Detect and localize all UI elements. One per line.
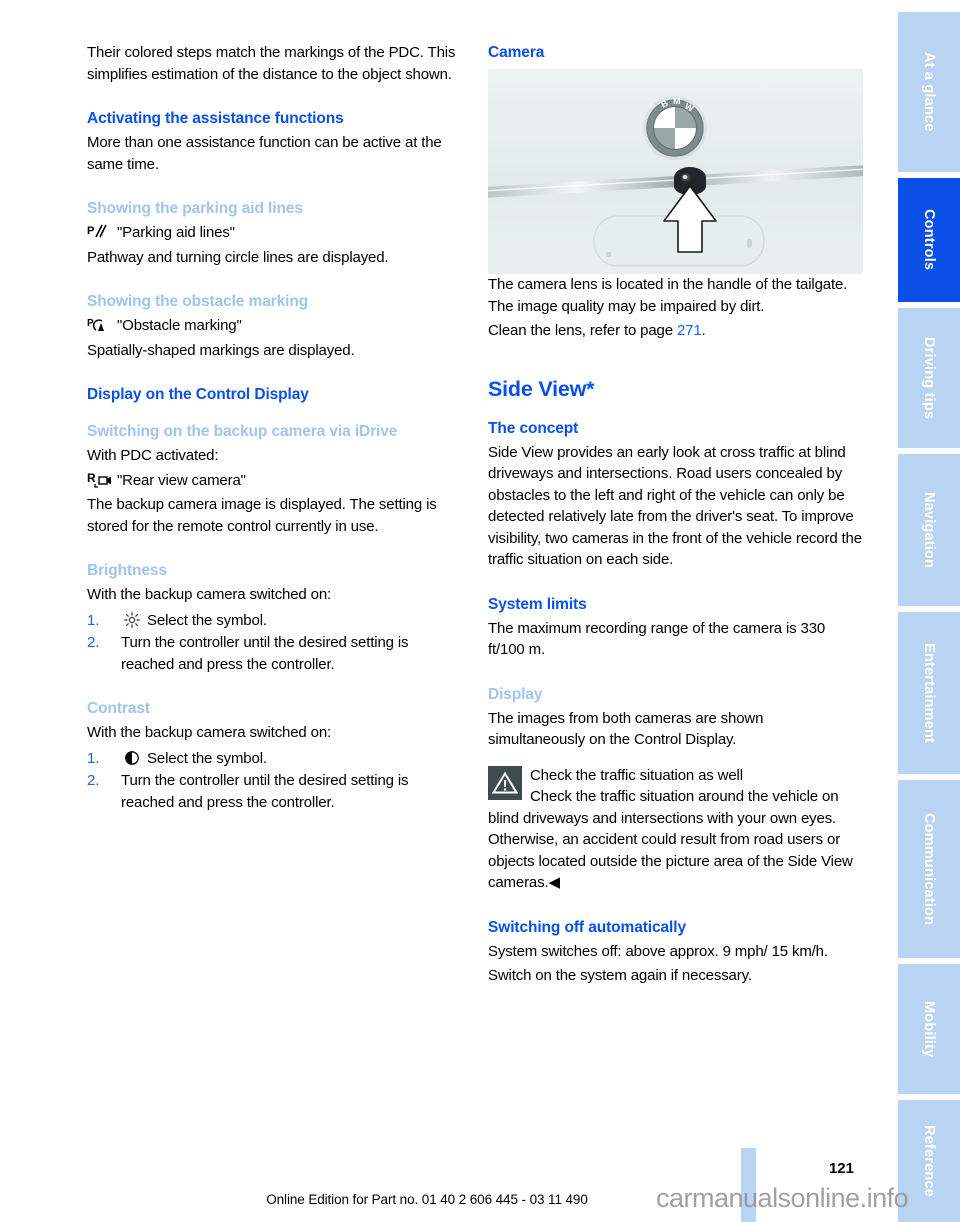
backup-camera-body: The backup camera image is displayed. Th… — [87, 496, 437, 535]
backup-camera-precondition: With PDC activated: — [87, 447, 219, 464]
contrast-step-2: 2. Turn the controller until the desired… — [87, 770, 462, 813]
contrast-steps: 1. Select the symbol. 2. Turn the contro… — [87, 748, 462, 814]
sidebar-tab-navigation[interactable]: Navigation — [898, 454, 960, 606]
brightness-sun-icon — [121, 611, 143, 628]
warning-title: Check the traffic situation as well — [530, 766, 743, 784]
sidebar-tab-at-a-glance-label: At a glance — [921, 52, 937, 132]
warning-block: Check the traffic situation as well Chec… — [488, 765, 863, 894]
warning-body: Check the traffic situation around the v… — [488, 788, 853, 891]
heading-display-on-control-display: Display on the Control Display — [87, 386, 309, 403]
brightness-precondition: With the backup camera switched on: — [87, 586, 332, 603]
chapter-tab-sidebar: At a glance Controls Driving tips Naviga… — [898, 0, 960, 1222]
camera-body-2-suffix: . — [701, 322, 706, 339]
sidebar-tab-communication[interactable]: Communication — [898, 780, 960, 958]
activating-body: More than one assistance function can be… — [87, 134, 442, 173]
parking-aid-lines-icon: P — [87, 222, 117, 243]
menu-row-rear-view-camera: R "Rear view camera" — [87, 470, 462, 492]
display-body: The images from both cameras are shown s… — [488, 709, 764, 749]
contrast-step-2-number: 2. — [87, 772, 100, 789]
camera-body-1: The camera lens is located in the handle… — [488, 276, 848, 315]
sidebar-tab-at-a-glance[interactable]: At a glance — [898, 12, 960, 172]
sidebar-tab-communication-label: Communication — [921, 812, 937, 926]
brightness-step-2-text: Turn the controller until the desired se… — [121, 634, 409, 673]
heading-showing-obstacle-marking: Showing the obstacle marking — [87, 293, 309, 310]
brightness-steps: 1. Select the symbol. 2. Turn the contro… — [87, 610, 462, 676]
camera-location-figure: B M W — [488, 69, 863, 274]
brightness-step-1: 1. Select the symbol. — [87, 610, 462, 632]
left-column: Their colored steps match the markings o… — [87, 42, 462, 814]
brightness-step-1-text: Select the symbol. — [147, 611, 267, 629]
brightness-step-2-number: 2. — [87, 634, 100, 651]
contrast-step-2-text: Turn the controller until the desired se… — [121, 772, 409, 811]
menu-label-rear-view-camera: "Rear view camera" — [117, 471, 246, 489]
contrast-half-circle-icon — [121, 750, 143, 766]
heading-showing-parking-aid-lines: Showing the parking aid lines — [87, 200, 303, 217]
heading-switching-off-automatically: Switching off automatically — [488, 918, 686, 936]
sidebar-tab-driving-tips-label: Driving tips — [921, 336, 937, 420]
warning-triangle-icon — [488, 765, 522, 800]
menu-label-obstacle-marking: "Obstacle marking" — [117, 317, 242, 334]
sidebar-tab-navigation-label: Navigation — [921, 491, 937, 569]
heading-brightness: Brightness — [87, 562, 167, 579]
menu-label-parking-aid-lines: "Parking aid lines" — [117, 224, 235, 241]
heading-camera: Camera — [488, 44, 545, 61]
menu-row-parking-aid-lines: P "Parking aid lines" — [87, 222, 462, 244]
camera-body-2-prefix: Clean the lens, refer to page — [488, 322, 677, 339]
page-number: 121 — [828, 1160, 854, 1177]
contrast-step-1-number: 1. — [87, 749, 100, 767]
concept-body: Side View provides an early look at cros… — [488, 443, 862, 569]
obstacle-marking-body: Spatially-shaped markings are displayed. — [87, 341, 355, 359]
parking-aid-lines-body: Pathway and turning circle lines are dis… — [87, 248, 389, 266]
sidebar-tab-controls[interactable]: Controls — [898, 178, 960, 302]
svg-text:P: P — [87, 318, 94, 329]
site-watermark: carmanualsonline.info — [656, 1183, 909, 1213]
section-title-side-view: Side View* — [488, 376, 595, 401]
heading-switching-on-backup-camera-idrive: Switching on the backup camera via iDriv… — [87, 423, 398, 440]
brightness-step-2: 2. Turn the controller until the desired… — [87, 632, 462, 675]
heading-activating-assistance-functions: Activating the assistance functions — [87, 110, 344, 127]
contrast-step-1-text: Select the symbol. — [147, 749, 267, 767]
contrast-step-1: 1. Select the symbol. — [87, 748, 462, 770]
warning-end-mark: ◀ — [548, 874, 561, 891]
brightness-step-1-number: 1. — [87, 611, 100, 629]
contrast-precondition: With the backup camera switched on: — [87, 724, 332, 741]
heading-the-concept: The concept — [488, 419, 579, 437]
manual-page: Their colored steps match the markings o… — [0, 0, 960, 1222]
svg-text:M: M — [673, 96, 681, 106]
heading-display: Display — [488, 685, 543, 703]
menu-row-obstacle-marking: P "Obstacle marking" — [87, 315, 462, 337]
sidebar-tab-controls-label: Controls — [921, 209, 937, 271]
sidebar-tab-driving-tips[interactable]: Driving tips — [898, 308, 960, 448]
sidebar-tab-entertainment[interactable]: Entertainment — [898, 612, 960, 774]
obstacle-marking-icon: P — [87, 315, 117, 336]
camera-body-2: Clean the lens, refer to page 271. — [488, 320, 863, 342]
heading-system-limits: System limits — [488, 595, 587, 613]
right-column: Camera B M W The camera lens is located … — [488, 42, 863, 990]
page-reference-link[interactable]: 271 — [677, 322, 702, 339]
switching-off-body-1: System switches off: above approx. 9 mph… — [488, 942, 828, 960]
intro-paragraph: Their colored steps match the markings o… — [87, 44, 456, 83]
rear-view-camera-icon: R — [87, 470, 117, 491]
heading-contrast: Contrast — [87, 700, 150, 717]
sidebar-tab-mobility[interactable]: Mobility — [898, 964, 960, 1094]
system-limits-body: The maximum recording range of the camer… — [488, 619, 826, 659]
svg-text:P: P — [87, 225, 94, 237]
sidebar-tab-entertainment-label: Entertainment — [921, 642, 937, 744]
svg-text:R: R — [87, 471, 96, 485]
switching-off-body-2: Switch on the system again if necessary. — [488, 967, 752, 984]
sidebar-tab-mobility-label: Mobility — [921, 1000, 937, 1058]
sidebar-tab-reference-label: Reference — [921, 1125, 937, 1197]
